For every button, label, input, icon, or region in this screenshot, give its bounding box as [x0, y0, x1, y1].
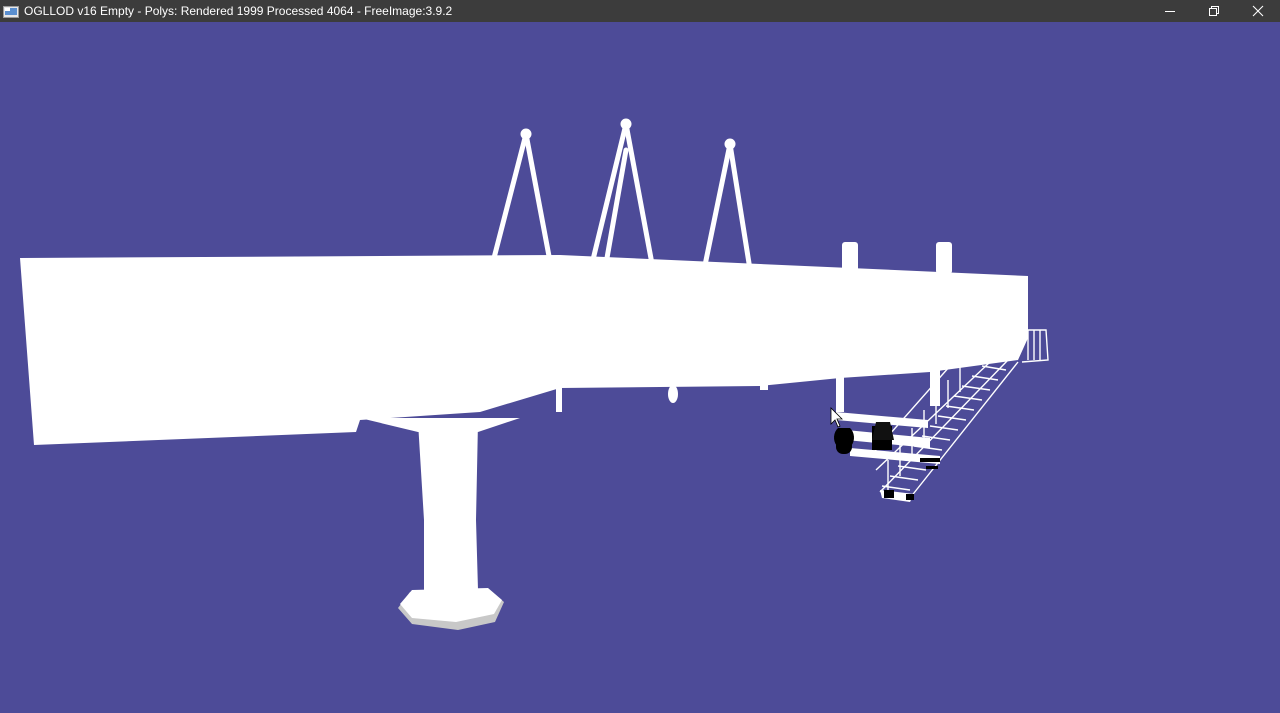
minimize-icon: [1165, 11, 1175, 12]
title-bar[interactable]: OGLLOD v16 Empty - Polys: Rendered 1999 …: [0, 0, 1280, 22]
restore-icon: [1209, 6, 1219, 16]
app-window: OGLLOD v16 Empty - Polys: Rendered 1999 …: [0, 0, 1280, 713]
window-controls: [1148, 0, 1280, 22]
app-window-icon[interactable]: [3, 5, 19, 18]
render-viewport[interactable]: [0, 22, 1280, 713]
bridge-model-render: [0, 22, 1280, 713]
close-icon: [1252, 5, 1264, 17]
close-button[interactable]: [1236, 0, 1280, 22]
minimize-button[interactable]: [1148, 0, 1192, 22]
window-title: OGLLOD v16 Empty - Polys: Rendered 1999 …: [24, 4, 453, 18]
restore-button[interactable]: [1192, 0, 1236, 22]
